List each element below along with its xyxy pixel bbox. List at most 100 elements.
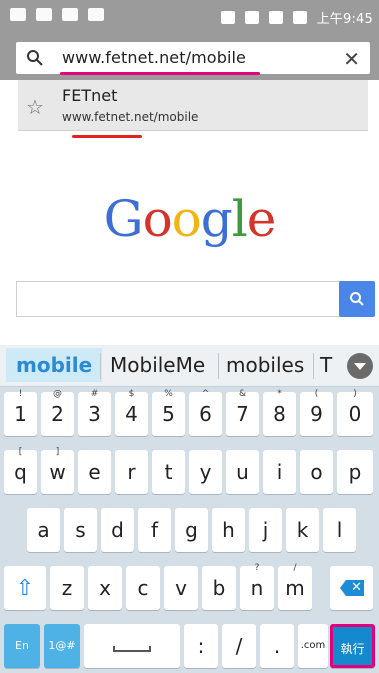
key-label: t bbox=[164, 460, 173, 484]
close-icon[interactable]: ✕ bbox=[343, 47, 360, 71]
divider bbox=[313, 353, 314, 379]
language-key[interactable]: En bbox=[4, 624, 40, 668]
key-w[interactable]: ] w bbox=[41, 447, 74, 494]
key-alt: ? bbox=[254, 563, 260, 573]
candidate-item[interactable]: mobiles bbox=[226, 351, 304, 379]
backspace-key[interactable]: ✕ bbox=[330, 566, 373, 610]
space-icon bbox=[112, 646, 152, 652]
key-label: 1 bbox=[14, 402, 27, 426]
key-g[interactable]: g bbox=[175, 508, 208, 552]
slash-key[interactable]: / bbox=[222, 624, 256, 668]
key-k[interactable]: k bbox=[286, 508, 319, 552]
key-5[interactable]: % 5 bbox=[152, 389, 185, 436]
logo-letter: o bbox=[142, 190, 173, 248]
shift-key[interactable]: ⇧ bbox=[4, 566, 46, 610]
key-alt: ^ bbox=[201, 389, 210, 399]
key-4[interactable]: $4 bbox=[115, 389, 148, 436]
key-d[interactable]: d bbox=[101, 508, 134, 552]
google-search-input[interactable] bbox=[16, 281, 340, 317]
chevron-down-icon[interactable] bbox=[347, 353, 373, 379]
dot-key[interactable]: . bbox=[260, 624, 294, 668]
key-n[interactable]: ? n bbox=[240, 563, 274, 610]
key-p[interactable]: p bbox=[337, 450, 373, 494]
key-label: u bbox=[236, 460, 249, 484]
key-z[interactable]: z bbox=[50, 566, 84, 610]
star-icon[interactable]: ☆ bbox=[26, 95, 44, 119]
key-alt: ( bbox=[314, 389, 319, 399]
wifi-icon bbox=[244, 11, 259, 24]
key-row-bottom: ⇧ z x c v b ? n / m ✕ bbox=[0, 563, 379, 614]
key-x[interactable]: x bbox=[88, 566, 122, 610]
logo-letter: G bbox=[103, 190, 144, 248]
key-row-numbers: ! 1 @2 #3 $4 % 5 ^ 6 & 7 * 8 (9 ) 0 bbox=[0, 389, 379, 440]
status-bar: 上午9:45 bbox=[0, 0, 379, 36]
key-label: v bbox=[175, 576, 187, 600]
key-y[interactable]: y bbox=[189, 450, 222, 494]
key-f[interactable]: f bbox=[138, 508, 171, 552]
enter-key[interactable]: 執行 bbox=[330, 624, 375, 668]
search-icon bbox=[27, 50, 43, 66]
space-key[interactable] bbox=[84, 624, 180, 668]
key-2[interactable]: @2 bbox=[41, 389, 74, 436]
key-label: 8 bbox=[273, 402, 286, 426]
key-o[interactable]: o bbox=[300, 450, 333, 494]
suggestion-title: FETnet bbox=[62, 86, 118, 105]
key-label: n bbox=[250, 576, 264, 600]
key-u[interactable]: u bbox=[226, 450, 259, 494]
symbols-key[interactable]: 1@# bbox=[44, 624, 80, 668]
key-l[interactable]: l bbox=[323, 508, 356, 552]
key-label: 0 bbox=[348, 402, 362, 426]
key-row-top: [q ] w e r t y u i o p bbox=[0, 447, 379, 498]
key-1[interactable]: ! 1 bbox=[4, 389, 37, 436]
dotcom-key[interactable]: .com bbox=[298, 624, 328, 668]
key-row-function: En 1@# : / . .com 執行 bbox=[0, 624, 379, 672]
key-label: r bbox=[127, 460, 136, 484]
colon-key[interactable]: : bbox=[184, 624, 218, 668]
key-label: k bbox=[296, 518, 309, 542]
key-s[interactable]: s bbox=[64, 508, 97, 552]
keyboard: mobile MobileMe mobiles T ! 1 @2 #3 $4 % 5… bbox=[0, 345, 379, 673]
candidate-item[interactable]: MobileMe bbox=[110, 351, 205, 379]
key-label: 4 bbox=[125, 402, 138, 426]
logo-letter: g bbox=[200, 190, 233, 248]
candidate-item[interactable]: T bbox=[320, 351, 332, 379]
battery-icon bbox=[292, 11, 307, 24]
signal-icon bbox=[268, 11, 283, 24]
key-q[interactable]: [q bbox=[4, 447, 37, 494]
key-label: e bbox=[88, 460, 101, 484]
key-h[interactable]: h bbox=[212, 508, 245, 552]
key-b[interactable]: b bbox=[202, 566, 236, 610]
key-9[interactable]: (9 bbox=[300, 389, 333, 436]
key-6[interactable]: ^ 6 bbox=[189, 389, 222, 436]
key-m[interactable]: / m bbox=[278, 563, 312, 610]
candidate-item[interactable]: mobile bbox=[6, 348, 103, 382]
key-0[interactable]: ) 0 bbox=[337, 389, 373, 436]
notification-icon bbox=[62, 8, 78, 21]
key-3[interactable]: #3 bbox=[78, 389, 111, 436]
key-label: a bbox=[37, 518, 50, 542]
key-v[interactable]: v bbox=[164, 566, 198, 610]
divider bbox=[218, 353, 219, 379]
address-bar[interactable]: www.fetnet.net/mobile ✕ bbox=[16, 42, 370, 75]
key-r[interactable]: r bbox=[115, 450, 148, 494]
key-label: i bbox=[276, 460, 283, 484]
key-7[interactable]: & 7 bbox=[226, 389, 259, 436]
key-8[interactable]: * 8 bbox=[263, 389, 296, 436]
google-search-button[interactable] bbox=[339, 281, 375, 317]
key-e[interactable]: e bbox=[78, 450, 111, 494]
key-j[interactable]: j bbox=[249, 508, 282, 552]
url-input[interactable]: www.fetnet.net/mobile bbox=[62, 48, 246, 67]
key-label: l bbox=[336, 518, 343, 542]
key-t[interactable]: t bbox=[152, 450, 185, 494]
key-label: 3 bbox=[88, 402, 101, 426]
suggestion-item[interactable]: ☆ FETnet www.fetnet.net/mobile bbox=[18, 80, 368, 131]
key-c[interactable]: c bbox=[126, 566, 160, 610]
key-alt: % bbox=[164, 389, 173, 399]
divider bbox=[100, 353, 101, 379]
key-label: 9 bbox=[310, 402, 323, 426]
key-label: g bbox=[185, 518, 198, 542]
key-a[interactable]: a bbox=[27, 508, 60, 552]
key-i[interactable]: i bbox=[263, 450, 296, 494]
notification-icon bbox=[36, 8, 52, 21]
key-alt: $ bbox=[128, 389, 135, 399]
